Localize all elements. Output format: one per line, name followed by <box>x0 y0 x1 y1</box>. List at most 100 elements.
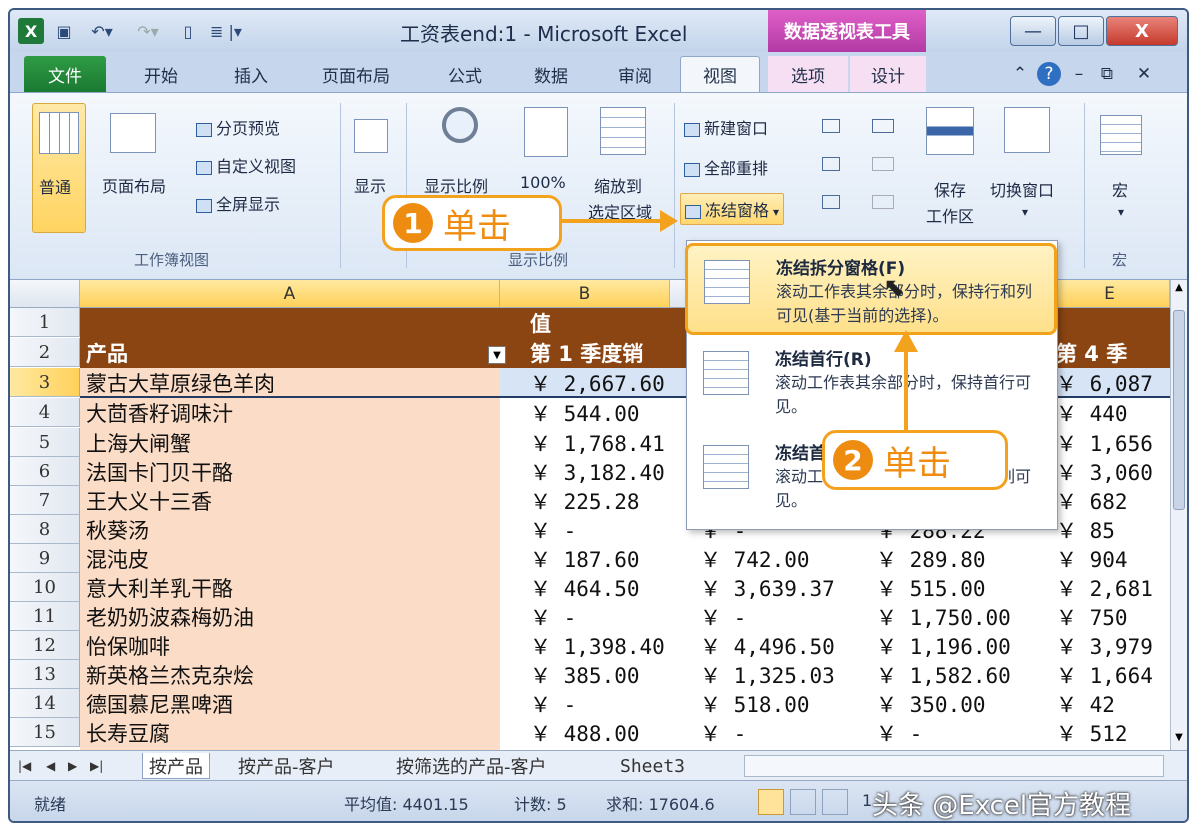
row-header[interactable]: 13 <box>10 660 80 689</box>
menu-item-freeze-panes[interactable]: 冻结拆分窗格(F) 滚动工作表其余部分时，保持行和列可见(基于当前的选择)。 <box>685 243 1057 335</box>
sheet-nav-prev-icon[interactable]: ◀ <box>40 753 61 779</box>
unhide-icon[interactable] <box>822 195 840 209</box>
cell-b[interactable]: ￥ - <box>530 602 680 631</box>
cell-b[interactable]: 值 <box>530 308 680 337</box>
page-layout-status-icon[interactable] <box>790 789 816 815</box>
cell-a[interactable]: 法国卡门贝干酪 <box>86 457 486 486</box>
hide-icon[interactable] <box>822 157 840 171</box>
cell-b[interactable]: ￥ 187.60 <box>530 544 680 573</box>
doc-close-icon[interactable]: ✕ <box>1124 56 1164 92</box>
view-side-by-side-icon[interactable] <box>872 119 894 133</box>
cell-c[interactable]: ￥ - <box>700 718 850 747</box>
cell-e[interactable]: ￥ 750 <box>1056 602 1170 631</box>
tab-options[interactable]: 选项 <box>768 56 848 92</box>
scroll-down-icon[interactable]: ▼ <box>1172 732 1186 746</box>
full-screen-button[interactable]: 全屏显示 <box>196 191 280 215</box>
column-header-a[interactable]: A <box>80 280 500 308</box>
show-button[interactable]: 显示 <box>354 173 386 197</box>
sheet-tab-filtered[interactable]: 按筛选的产品-客户 <box>390 753 553 779</box>
doc-minimize-icon[interactable]: – <box>1068 56 1090 92</box>
doc-restore-icon[interactable]: ⧉ <box>1096 56 1118 92</box>
cell-b[interactable]: ￥ 544.00 <box>530 398 680 427</box>
page-layout-button[interactable]: 页面布局 <box>102 173 166 197</box>
cell-c[interactable]: ￥ 3,639.37 <box>700 573 850 602</box>
cell-e[interactable]: ￥ 3,979 <box>1056 631 1170 660</box>
cell-e[interactable]: ￥ 440 <box>1056 398 1170 427</box>
row-header[interactable]: 5 <box>10 428 80 457</box>
tab-page-layout[interactable]: 页面布局 <box>306 56 406 92</box>
status-zoom[interactable]: 1 <box>862 791 872 810</box>
collapse-ribbon-icon[interactable]: ⌃ <box>1008 56 1032 92</box>
freeze-panes-button[interactable]: 冻结窗格 ▾ <box>680 193 785 225</box>
close-button[interactable]: X <box>1106 16 1178 46</box>
row-header[interactable]: 10 <box>10 573 80 602</box>
maximize-button[interactable]: □ <box>1058 16 1104 46</box>
switch-windows-button[interactable]: 切换窗口 <box>990 177 1054 201</box>
cell-b[interactable]: ￥ 1,768.41 <box>530 428 680 457</box>
cell-a[interactable]: 王大义十三香 <box>86 486 486 515</box>
cell-e[interactable]: ￥ 85 <box>1056 515 1170 544</box>
cell-b[interactable]: ￥ 385.00 <box>530 660 680 689</box>
cell-e[interactable]: ￥ 42 <box>1056 689 1170 718</box>
sheet-nav-last-icon[interactable]: ▶| <box>84 753 109 779</box>
cell-e[interactable] <box>1056 308 1170 337</box>
cell-b[interactable]: 第 1 季度销 <box>530 338 680 367</box>
cell-e[interactable]: 第 4 季 <box>1056 338 1170 367</box>
vertical-scrollbar[interactable]: ▲ ▼ <box>1170 280 1187 750</box>
filter-dropdown-icon[interactable]: ▼ <box>488 346 506 364</box>
row-header[interactable]: 3 <box>10 368 80 397</box>
cell-a[interactable]: 上海大闸蟹 <box>86 428 486 457</box>
save-workspace-label-2[interactable]: 工作区 <box>926 203 974 227</box>
tab-home[interactable]: 开始 <box>126 56 196 92</box>
cell-e[interactable]: ￥ 2,681 <box>1056 573 1170 602</box>
row-header[interactable]: 4 <box>10 398 80 427</box>
scroll-thumb[interactable] <box>1173 310 1185 510</box>
cell-e[interactable]: ￥ 6,087 <box>1056 368 1170 397</box>
redo-icon[interactable]: ↷▾ <box>128 18 168 44</box>
cell-e[interactable]: ￥ 1,656 <box>1056 428 1170 457</box>
cell-b[interactable]: ￥ - <box>530 515 680 544</box>
sheet-tab-by-product-customer[interactable]: 按产品-客户 <box>232 753 341 779</box>
cell-a[interactable]: 秋葵汤 <box>86 515 486 544</box>
cell-e[interactable]: ￥ 512 <box>1056 718 1170 747</box>
select-all-corner[interactable] <box>10 280 80 308</box>
cell-d[interactable]: ￥ 350.00 <box>876 689 1036 718</box>
cell-d[interactable]: ￥ 1,582.60 <box>876 660 1036 689</box>
zoom-button[interactable]: 显示比例 <box>424 173 488 197</box>
cell-e[interactable]: ￥ 904 <box>1056 544 1170 573</box>
tab-design[interactable]: 设计 <box>850 56 926 92</box>
undo-icon[interactable]: ↶▾ <box>82 18 122 44</box>
format-icon[interactable]: ≣ |▾ <box>206 18 246 44</box>
reset-position-icon[interactable] <box>872 195 894 209</box>
cell-d[interactable]: ￥ 1,196.00 <box>876 631 1036 660</box>
sync-scroll-icon[interactable] <box>872 157 894 171</box>
page-break-status-icon[interactable] <box>822 789 848 815</box>
cell-d[interactable]: ￥ - <box>876 718 1036 747</box>
cell-e[interactable]: ￥ 682 <box>1056 486 1170 515</box>
sheet-tab-sheet3[interactable]: Sheet3 <box>614 753 691 779</box>
tab-insert[interactable]: 插入 <box>216 56 286 92</box>
row-header[interactable]: 8 <box>10 515 80 544</box>
row-header[interactable]: 14 <box>10 689 80 718</box>
cell-b[interactable]: ￥ 488.00 <box>530 718 680 747</box>
cell-a[interactable]: 长寿豆腐 <box>86 718 486 747</box>
row-header[interactable]: 9 <box>10 544 80 573</box>
sheet-nav-next-icon[interactable]: ▶ <box>62 753 83 779</box>
cell-d[interactable]: ￥ 1,750.00 <box>876 602 1036 631</box>
tab-data[interactable]: 数据 <box>516 56 586 92</box>
cell-d[interactable]: ￥ 515.00 <box>876 573 1036 602</box>
horizontal-scrollbar[interactable] <box>744 755 1164 777</box>
cell-c[interactable]: ￥ 1,325.03 <box>700 660 850 689</box>
row-header[interactable]: 7 <box>10 486 80 515</box>
cell-b[interactable]: ￥ 3,182.40 <box>530 457 680 486</box>
cell-c[interactable]: ￥ 4,496.50 <box>700 631 850 660</box>
cell-a[interactable]: 怡保咖啡 <box>86 631 486 660</box>
cell-e[interactable]: ￥ 3,060 <box>1056 457 1170 486</box>
cell-b[interactable]: ￥ - <box>530 689 680 718</box>
column-header-b[interactable]: B <box>500 280 670 308</box>
cell-b[interactable]: ￥ 2,667.60 <box>530 368 680 397</box>
cell-e[interactable]: ￥ 1,664 <box>1056 660 1170 689</box>
tab-file[interactable]: 文件 <box>24 56 106 92</box>
cell-a[interactable]: 老奶奶波森梅奶油 <box>86 602 486 631</box>
row-header[interactable]: 11 <box>10 602 80 631</box>
